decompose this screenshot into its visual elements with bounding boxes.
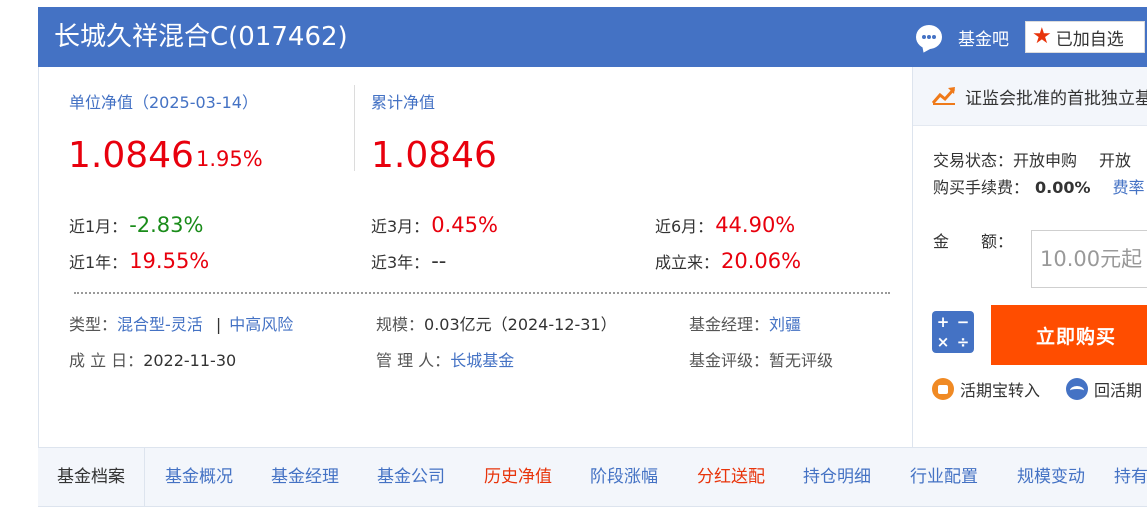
perf-value: -- xyxy=(431,249,447,273)
acc-nav-label: 累计净值 xyxy=(371,93,436,112)
perf-1m: 近1月：-2.83% xyxy=(69,213,203,237)
tab-scale-changes[interactable]: 规模变动 xyxy=(1017,448,1085,506)
fund-summary: 单位净值（2025-03-14） 1.0846 1.95% 累计净值 1.084… xyxy=(38,67,911,448)
fund-company-label: 管 理 人： xyxy=(376,351,451,370)
unit-nav-value: 1.0846 xyxy=(68,135,194,176)
money-bag-icon xyxy=(932,378,954,400)
trade-status: 交易状态：开放申购 开放 xyxy=(933,147,1131,171)
fund-title: 长城久祥混合C(017462) xyxy=(54,22,348,52)
fund-type-label: 类型： xyxy=(69,315,118,334)
trade-status-label: 交易状态： xyxy=(933,151,1014,170)
purchase-fee-label: 购买手续费： xyxy=(933,178,1030,197)
return-current-account-label: 回活期 xyxy=(1094,381,1143,400)
unit-nav-change: 1.95% xyxy=(196,147,263,171)
perf-since-inception: 成立来：20.06% xyxy=(655,249,801,273)
acc-nav-value: 1.0846 xyxy=(371,135,497,176)
perf-label: 近3年： xyxy=(371,253,430,272)
tab-history-nav[interactable]: 历史净值 xyxy=(484,448,552,506)
dotted-divider xyxy=(74,292,890,296)
fund-inception-label: 成 立 日： xyxy=(69,351,144,370)
unit-nav-label: 单位净值（2025-03-14） xyxy=(69,93,258,112)
fund-company-link[interactable]: 长城基金 xyxy=(450,351,514,370)
fund-type: 类型：混合型-灵活 | 中高风险 xyxy=(69,311,293,335)
amount-label: 金 额： xyxy=(933,232,1014,251)
perf-label: 近3月： xyxy=(371,217,430,236)
perf-1y: 近1年：19.55% xyxy=(69,249,209,273)
return-current-account-link[interactable]: 回活期 xyxy=(1066,377,1142,401)
tab-industry-allocation[interactable]: 行业配置 xyxy=(910,448,978,506)
perf-value: -2.83% xyxy=(129,213,204,237)
current-account-transfer-link[interactable]: 活期宝转入 xyxy=(932,377,1040,401)
purchase-fee: 购买手续费： 0.00% 费率 xyxy=(933,174,1145,198)
amount-input[interactable] xyxy=(1031,230,1147,288)
fund-scale-label: 规模： xyxy=(376,315,425,334)
tab-fund-manager[interactable]: 基金经理 xyxy=(271,448,339,506)
tab-period-returns[interactable]: 阶段涨幅 xyxy=(590,448,658,506)
type-separator: | xyxy=(215,315,222,334)
chat-bubble-icon xyxy=(916,25,942,49)
fee-rate-link[interactable]: 费率 xyxy=(1113,178,1145,197)
fund-rating-value: 暂无评级 xyxy=(769,351,834,370)
fund-manager-link[interactable]: 刘疆 xyxy=(769,315,801,334)
tab-holders[interactable]: 持有人 xyxy=(1114,448,1147,506)
calculator-icon[interactable]: + − × ÷ xyxy=(932,311,974,353)
fund-page: 长城久祥混合C(017462) 基金吧 ★ 已加自选 单位净值（2025-03-… xyxy=(38,7,1147,507)
perf-value: 0.45% xyxy=(431,213,498,237)
fund-header: 长城久祥混合C(017462) 基金吧 ★ 已加自选 xyxy=(38,7,1147,67)
promo-banner[interactable]: 证监会批准的首批独立基 xyxy=(913,67,1147,126)
tab-holdings[interactable]: 持仓明细 xyxy=(803,448,871,506)
fund-company: 管 理 人：长城基金 xyxy=(376,347,514,371)
fund-inception: 成 立 日：2022-11-30 xyxy=(69,347,236,371)
tab-dividends[interactable]: 分红送配 xyxy=(697,448,765,506)
nav-divider xyxy=(354,85,355,171)
perf-label: 成立来： xyxy=(655,253,720,272)
perf-label: 近1年： xyxy=(69,253,128,272)
purchase-panel: 证监会批准的首批独立基 交易状态：开放申购 开放 购买手续费： 0.00% 费率 金 … xyxy=(912,67,1147,447)
star-icon: ★ xyxy=(1032,24,1052,49)
trend-chart-icon xyxy=(932,87,956,105)
trade-status-value: 开放申购 xyxy=(1013,151,1078,170)
watchlist-button[interactable]: ★ 已加自选 xyxy=(1025,21,1145,53)
perf-value: 19.55% xyxy=(129,249,210,273)
tab-fund-archive: 基金档案 xyxy=(38,448,145,506)
fund-manager: 基金经理：刘疆 xyxy=(689,311,801,335)
perf-value: 20.06% xyxy=(721,249,802,273)
perf-label: 近6月： xyxy=(655,217,714,236)
fund-archive-tabs: 基金档案 基金概况 基金经理 基金公司 历史净值 阶段涨幅 分红送配 持仓明细 … xyxy=(38,447,1147,507)
purchase-fee-value: 0.00% xyxy=(1035,178,1091,197)
fund-inception-value: 2022-11-30 xyxy=(143,351,237,370)
perf-label: 近1月： xyxy=(69,217,128,236)
fund-type-link[interactable]: 混合型-灵活 xyxy=(117,315,203,334)
fund-manager-label: 基金经理： xyxy=(689,315,770,334)
perf-value: 44.90% xyxy=(715,213,796,237)
fund-forum-link[interactable]: 基金吧 xyxy=(916,24,1009,50)
trade-status-value-2: 开放 xyxy=(1099,151,1132,170)
perf-6m: 近6月：44.90% xyxy=(655,213,795,237)
fund-rating: 基金评级：暂无评级 xyxy=(689,347,833,371)
buy-now-button[interactable]: 立即购买 xyxy=(991,305,1147,365)
wave-icon xyxy=(1066,378,1088,400)
watchlist-label: 已加自选 xyxy=(1055,29,1124,50)
risk-level-link[interactable]: 中高风险 xyxy=(229,315,293,334)
promo-text: 证监会批准的首批独立基 xyxy=(965,89,1147,109)
tab-fund-company[interactable]: 基金公司 xyxy=(377,448,445,506)
current-account-transfer-label: 活期宝转入 xyxy=(960,381,1041,400)
fund-forum-label: 基金吧 xyxy=(958,29,1009,50)
tab-fund-overview[interactable]: 基金概况 xyxy=(165,448,233,506)
fund-scale: 规模：0.03亿元（2024-12-31） xyxy=(376,311,617,335)
perf-3m: 近3月：0.45% xyxy=(371,213,498,237)
fund-rating-label: 基金评级： xyxy=(689,351,770,370)
perf-3y: 近3年：-- xyxy=(371,249,446,273)
fund-scale-value: 0.03亿元（2024-12-31） xyxy=(424,315,617,334)
